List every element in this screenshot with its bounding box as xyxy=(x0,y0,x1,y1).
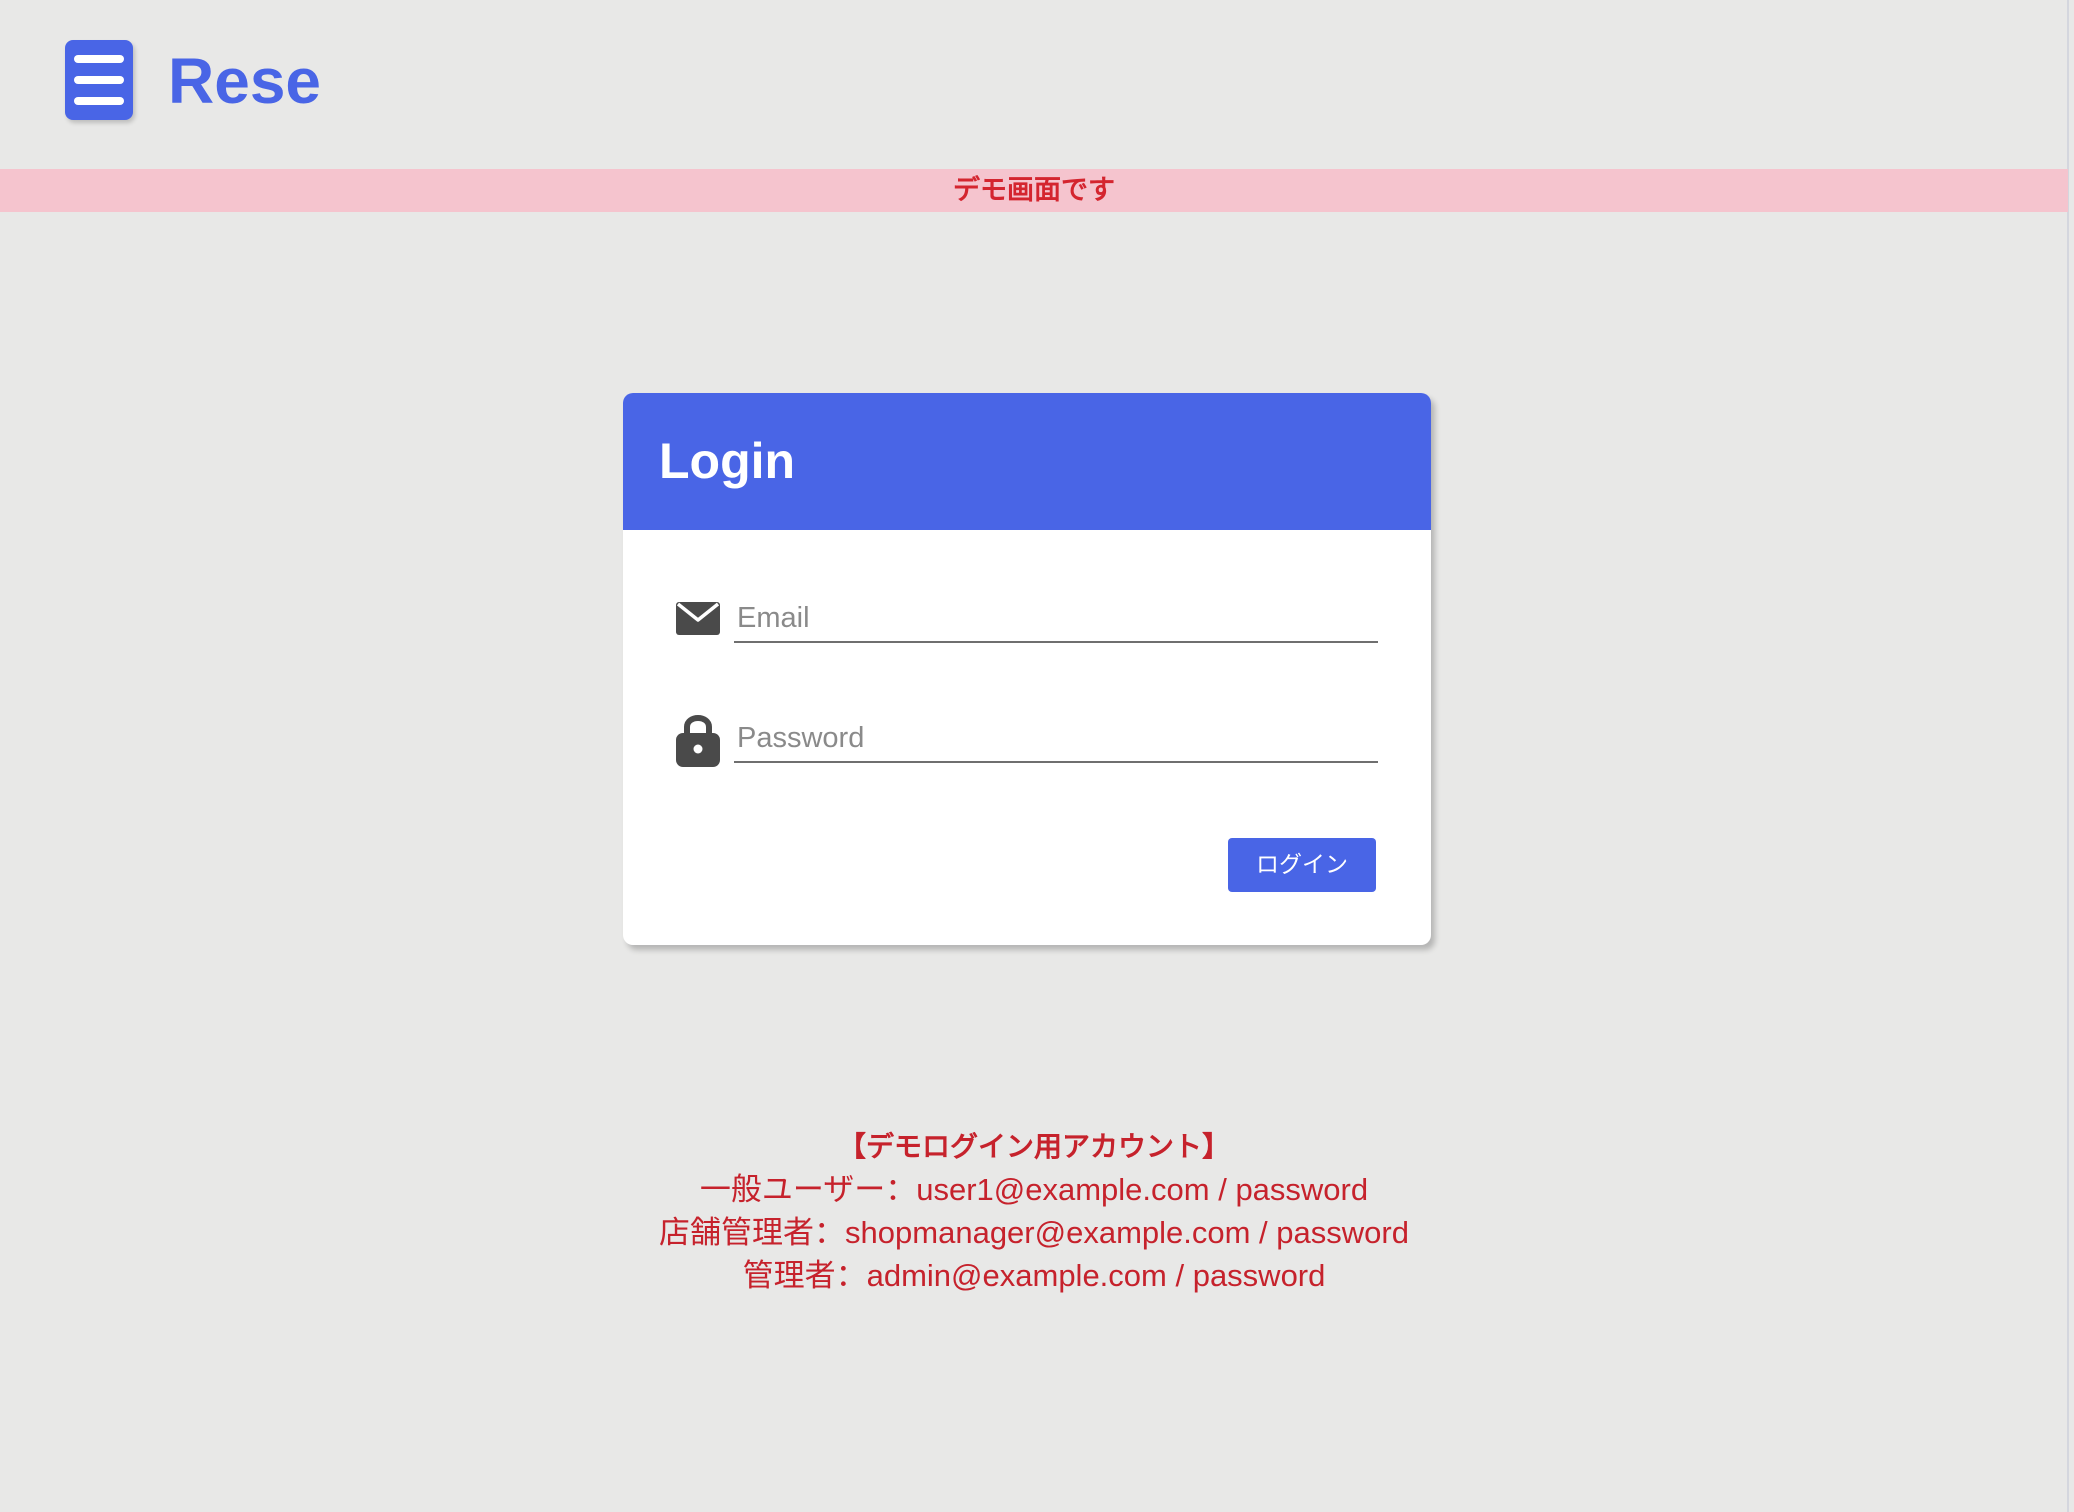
login-card: Login ログイン xyxy=(623,393,1431,945)
shop-manager-account: 店舗管理者：shopmanager@example.com / password xyxy=(659,1215,1409,1250)
hamburger-menu-icon xyxy=(74,55,124,105)
menu-line xyxy=(74,76,124,84)
email-field[interactable] xyxy=(734,595,1378,643)
site-logo[interactable]: Rese xyxy=(168,38,321,124)
email-field-row xyxy=(676,591,1378,655)
password-field-row xyxy=(676,711,1378,775)
lock-icon xyxy=(676,715,720,767)
menu-line xyxy=(74,97,124,105)
site-header: Rese xyxy=(0,0,2068,168)
envelope-icon xyxy=(676,602,720,635)
login-card-header: Login xyxy=(623,393,1431,530)
menu-line xyxy=(74,55,124,63)
demo-accounts-title: 【デモログイン用アカウント】 xyxy=(837,1130,1230,1163)
password-field[interactable] xyxy=(734,715,1378,763)
login-button[interactable]: ログイン xyxy=(1228,838,1376,892)
general-user-account: 一般ユーザー：user1@example.com / password xyxy=(699,1172,1369,1207)
demo-mode-banner: デモ画面です xyxy=(0,169,2068,212)
admin-account: 管理者：admin@example.com / password xyxy=(742,1258,1326,1293)
demo-accounts: 【デモログイン用アカウント】 一般ユーザー：user1@example.com … xyxy=(0,1125,2068,1297)
menu-button[interactable] xyxy=(65,40,133,120)
login-title: Login xyxy=(659,433,796,489)
